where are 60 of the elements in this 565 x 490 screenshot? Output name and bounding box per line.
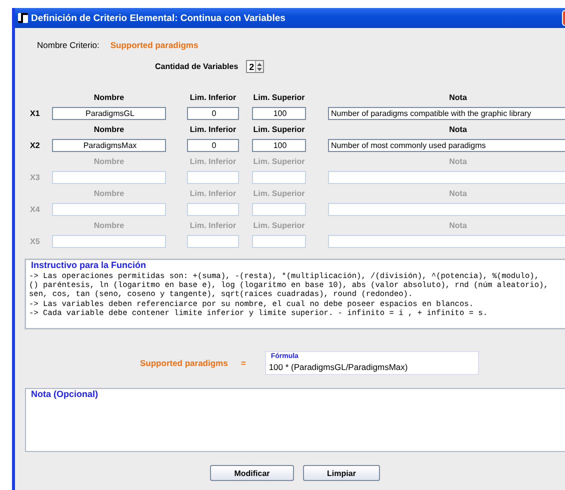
note-field[interactable]	[328, 202, 565, 216]
note-field[interactable]	[328, 170, 565, 184]
lower-limit-field[interactable]	[187, 234, 239, 248]
name-field[interactable]	[52, 202, 166, 216]
column-header: Nombre	[92, 220, 126, 230]
upper-limit-field[interactable]	[252, 202, 306, 216]
lower-limit-field[interactable]: 0	[187, 106, 239, 120]
criterion-label: Nombre Criterio:	[37, 40, 100, 50]
modify-button[interactable]: Modificar	[210, 465, 294, 481]
column-header: Lim. Inferior	[188, 220, 238, 230]
column-header: Lim. Superior	[252, 220, 306, 230]
spinner-arrows-icon	[256, 62, 264, 72]
column-header: Nombre	[92, 124, 126, 134]
variable-label: X2	[30, 140, 41, 150]
column-header: Nota	[448, 220, 468, 230]
upper-limit-field[interactable]: 100	[252, 138, 306, 152]
column-header: Lim. Superior	[252, 124, 306, 134]
variable-label: X3	[30, 172, 41, 182]
note-area-title: Nota (Opcional)	[30, 389, 99, 399]
upper-limit-field[interactable]: 100	[252, 106, 306, 120]
formula-value: 100 * (ParadigmsGL/ParadigmsMax)	[268, 362, 408, 372]
column-header: Nota	[448, 188, 468, 198]
column-header: Lim. Inferior	[188, 188, 238, 198]
instructions-title: Instructivo para la Función	[30, 260, 148, 270]
column-header: Nombre	[92, 188, 126, 198]
column-header: Lim. Superior	[252, 188, 306, 198]
name-field[interactable]	[52, 170, 166, 184]
variable-count-spinner[interactable]: 2	[246, 60, 264, 73]
lower-limit-field[interactable]: 0	[187, 138, 239, 152]
note-area[interactable]: Nota (Opcional)	[25, 388, 565, 452]
name-field[interactable]: ParadigmsMax	[52, 138, 166, 152]
variable-count-label: Cantidad de Variables	[155, 62, 238, 71]
column-header: Nota	[448, 156, 468, 166]
column-header: Nota	[448, 124, 468, 134]
step-function-icon	[18, 13, 28, 23]
name-field[interactable]	[52, 234, 166, 248]
column-header: Lim. Inferior	[188, 92, 238, 102]
column-header: Nombre	[92, 156, 126, 166]
clear-button[interactable]: Limpiar	[303, 465, 380, 481]
name-field[interactable]: ParadigmsGL	[52, 106, 166, 120]
lower-limit-field[interactable]	[187, 170, 239, 184]
upper-limit-field[interactable]	[252, 234, 306, 248]
column-header: Nota	[448, 92, 468, 102]
note-field[interactable]	[328, 234, 565, 248]
column-header: Lim. Superior	[252, 92, 306, 102]
upper-limit-field[interactable]	[252, 170, 306, 184]
variable-label: X1	[30, 108, 41, 118]
note-field[interactable]: Number of most commonly used paradigms	[328, 138, 565, 152]
formula-name: Supported paradigms	[140, 358, 228, 368]
lower-limit-field[interactable]	[187, 202, 239, 216]
column-header: Lim. Inferior	[188, 156, 238, 166]
variable-label: X4	[30, 204, 41, 214]
column-header: Nombre	[92, 92, 126, 102]
note-field[interactable]: Number of paradigms compatible with the graphic library	[328, 106, 565, 120]
variable-label: X5	[30, 236, 41, 246]
column-header: Lim. Superior	[252, 156, 306, 166]
column-header: Lim. Inferior	[188, 124, 238, 134]
equals-sign: =	[240, 358, 246, 368]
criterion-name: Supported paradigms	[110, 40, 198, 50]
window-title: Definición de Criterio Elemental: Continua con Variables	[31, 12, 286, 24]
